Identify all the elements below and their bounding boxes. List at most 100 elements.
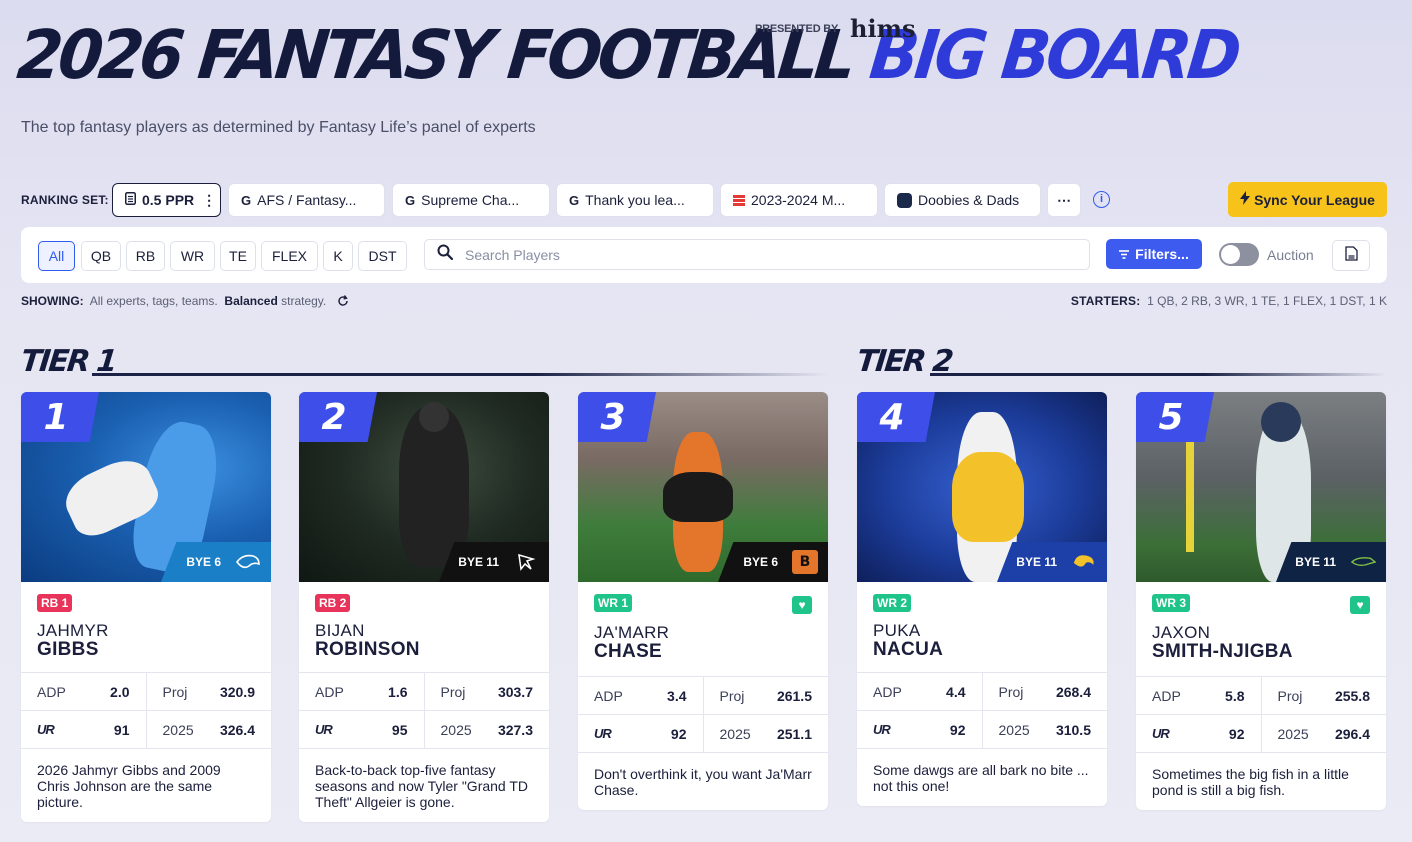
heart-icon[interactable]: ♥ — [1350, 596, 1370, 614]
player-photo: 3 BYE 6 B — [578, 392, 828, 582]
proj-label: Proj — [440, 683, 466, 700]
ur-logo-icon: UR — [594, 726, 612, 741]
player-blurb: Don't overthink it, you want Ja'Marr Cha… — [594, 766, 812, 798]
showing-label: SHOWING: — [21, 294, 84, 308]
title-main: 2026 FANTASY FOOTBALL — [13, 17, 875, 95]
proj-value: 261.5 — [776, 687, 812, 704]
sheet-icon — [125, 192, 136, 208]
bolt-icon — [1240, 191, 1251, 208]
position-filter-te[interactable]: TE — [220, 241, 256, 271]
proj-value: 303.7 — [497, 683, 533, 700]
tier-2-divider — [930, 373, 1387, 376]
export-button[interactable] — [1332, 240, 1370, 271]
ur-value: 95 — [391, 721, 408, 738]
proj-label: Proj — [162, 683, 188, 700]
more-leagues-button[interactable]: ⋯ — [1047, 183, 1081, 217]
ur-value: 91 — [113, 721, 130, 738]
presented-by: PRESENTED BY — [755, 23, 839, 35]
strategy-name: Balanced — [224, 294, 278, 308]
showing-summary: SHOWING: All experts, tags, teams. Balan… — [21, 294, 349, 310]
adp-value: 4.4 — [946, 683, 966, 700]
player-card-gibbs[interactable]: 1 BYE 6 RB 1 JAHMYR GIBBS ADP 2.0 Proj 320… — [21, 392, 271, 822]
position-badge: RB 1 — [37, 594, 73, 612]
sponsor-logo[interactable]: hims — [850, 14, 915, 43]
player-blurb: Some dawgs are all bark no bite ... not … — [873, 762, 1089, 794]
player-blurb: 2026 Jahmyr Gibbs and 2009 Chris Johnson… — [37, 762, 221, 810]
league-label: Doobies & Dads — [918, 192, 1020, 208]
starters-value: 1 QB, 2 RB, 3 WR, 1 TE, 1 FLEX, 1 DST, 1… — [1147, 294, 1387, 308]
falcons-logo-icon — [513, 550, 539, 574]
player-stats: ADP 5.8 Proj 255.8 UR 92 2025 296.4 — [1136, 676, 1386, 753]
player-card-chase[interactable]: 3 BYE 6 B WR 1 ♥ JA'MARR CHASE ADP 3.4 Pr… — [578, 392, 828, 810]
heart-icon[interactable]: ♥ — [792, 596, 812, 614]
prev-season-label: 2025 — [998, 721, 1030, 738]
player-card-smith-njigba[interactable]: 5 BYE 11 WR 3 ♥ JAXON SMITH-NJIGBA ADP 5.… — [1136, 392, 1386, 810]
filter-panel: All QB RB WR TE FLEX K DST Filters... Au… — [21, 227, 1387, 283]
player-last-name: SMITH-NJIGBA — [1152, 641, 1293, 662]
refresh-icon[interactable] — [337, 295, 349, 310]
player-card-nacua[interactable]: 4 BYE 11 WR 2 PUKA NACUA ADP 4.4 Proj 268.… — [857, 392, 1107, 806]
sync-league-button[interactable]: Sync Your League — [1228, 182, 1387, 217]
league-label: 2023-2024 M... — [751, 192, 846, 208]
position-filter-dst[interactable]: DST — [358, 241, 407, 271]
league-button-afs[interactable]: G AFS / Fantasy... — [228, 183, 385, 217]
league-button-supreme[interactable]: G Supreme Cha... — [392, 183, 550, 217]
player-stats: ADP 1.6 Proj 303.7 UR 95 2025 327.3 — [299, 672, 549, 749]
league-button-doobies[interactable]: Doobies & Dads — [884, 183, 1041, 217]
adp-label: ADP — [315, 683, 344, 700]
starters-label: STARTERS: — [1070, 294, 1141, 308]
info-icon[interactable]: i — [1093, 191, 1110, 208]
player-photo: 1 BYE 6 — [21, 392, 271, 582]
google-icon: G — [405, 192, 416, 208]
search-icon — [437, 244, 454, 265]
ur-value: 92 — [949, 721, 966, 738]
ur-value: 92 — [1228, 725, 1245, 742]
prev-season-value: 251.1 — [776, 725, 812, 742]
filters-button[interactable]: Filters... — [1106, 239, 1202, 269]
google-icon: G — [569, 192, 580, 208]
position-filter-wr[interactable]: WR — [170, 241, 215, 271]
league-button-2023[interactable]: 2023-2024 M... — [720, 183, 878, 217]
strategy-text: strategy. — [281, 294, 327, 308]
ur-logo-icon: UR — [315, 722, 333, 737]
player-first-name: JA'MARR — [594, 623, 670, 642]
player-card-robinson[interactable]: 2 BYE 11 RB 2 BIJAN ROBINSON ADP 1.6 Proj… — [299, 392, 549, 822]
league-label: AFS / Fantasy... — [257, 192, 357, 208]
player-first-name: BIJAN — [315, 621, 365, 640]
kebab-icon[interactable]: ⋮ — [202, 192, 216, 209]
auction-toggle[interactable] — [1219, 243, 1259, 266]
adp-label: ADP — [594, 687, 623, 704]
bye-week: BYE 6 — [743, 555, 778, 569]
position-filter-flex[interactable]: FLEX — [261, 241, 318, 271]
search-input[interactable] — [465, 246, 1045, 263]
player-blurb: Back-to-back top-five fantasy seasons an… — [315, 762, 529, 810]
player-first-name: JAHMYR — [37, 621, 109, 640]
sync-league-label: Sync Your League — [1254, 191, 1375, 208]
player-last-name: CHASE — [594, 641, 663, 662]
prev-season-label: 2025 — [440, 721, 472, 738]
ranking-set-active-button[interactable]: 0.5 PPR ⋮ — [112, 183, 221, 217]
helmet-icon — [897, 192, 912, 208]
ur-logo-icon: UR — [873, 722, 891, 737]
rank-number: 1 — [21, 392, 99, 442]
ranking-set-label: RANKING SET: — [21, 193, 109, 207]
adp-value: 1.6 — [388, 683, 408, 700]
position-filter-k[interactable]: K — [323, 241, 353, 271]
proj-value: 268.4 — [1055, 683, 1091, 700]
bengals-logo-icon: B — [792, 550, 818, 574]
ranking-set-active-label: 0.5 PPR — [142, 192, 195, 208]
position-badge: WR 2 — [873, 594, 911, 612]
export-icon — [1344, 245, 1358, 266]
player-photo: 4 BYE 11 — [857, 392, 1107, 582]
rank-number: 4 — [857, 392, 935, 442]
position-filter-all[interactable]: All — [38, 241, 75, 271]
player-stats: ADP 3.4 Proj 261.5 UR 92 2025 251.1 — [578, 676, 828, 753]
proj-value: 255.8 — [1334, 687, 1370, 704]
starters-summary: STARTERS: 1 QB, 2 RB, 3 WR, 1 TE, 1 FLEX… — [1071, 294, 1387, 308]
position-filter-rb[interactable]: RB — [126, 241, 165, 271]
ur-value: 92 — [670, 725, 687, 742]
search-box[interactable] — [424, 239, 1090, 270]
position-filter-qb[interactable]: QB — [81, 241, 121, 271]
auction-label: Auction — [1267, 247, 1314, 263]
league-button-thankyou[interactable]: G Thank you lea... — [556, 183, 714, 217]
